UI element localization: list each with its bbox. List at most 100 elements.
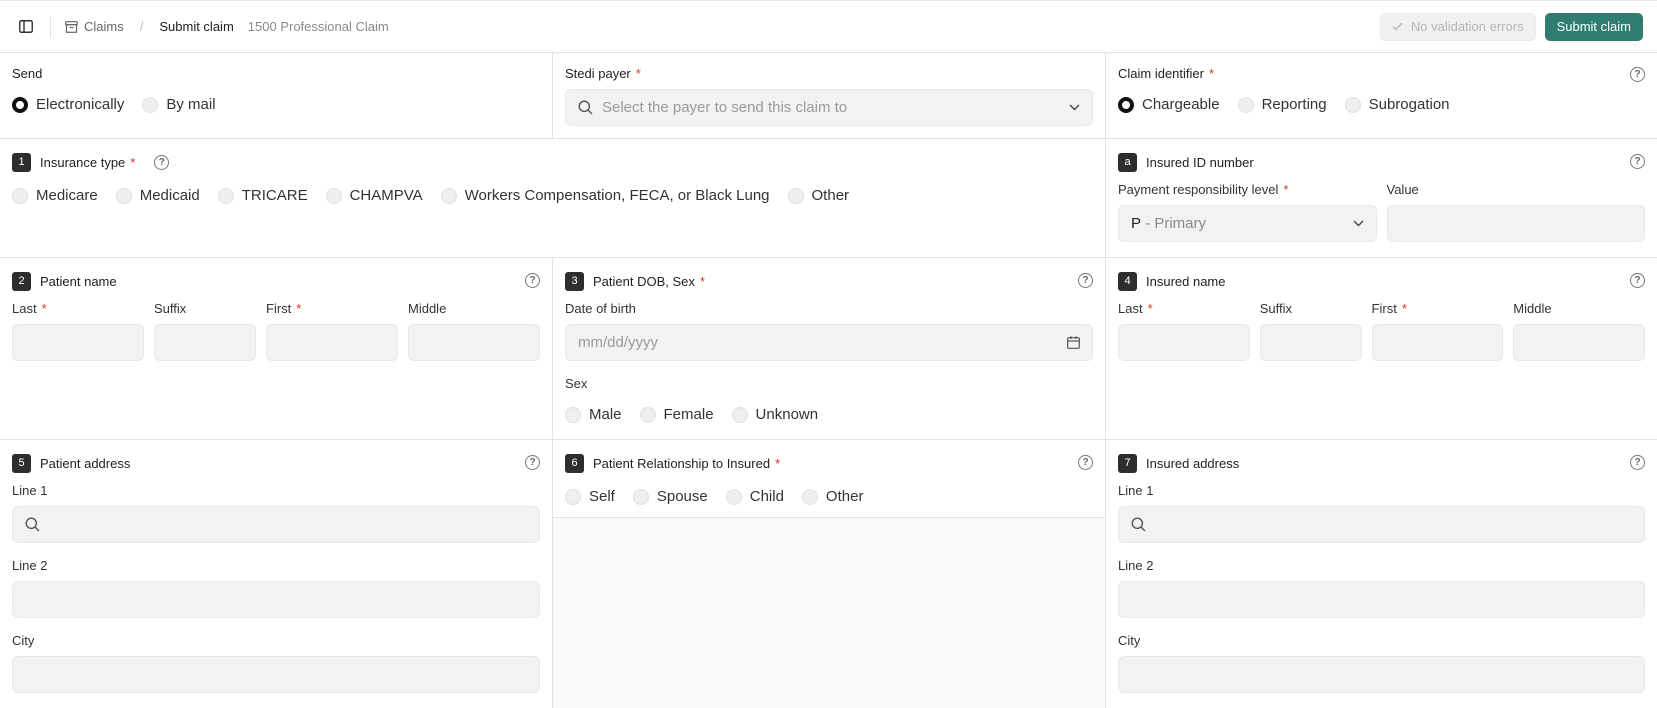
line2-label: Line 2 xyxy=(12,558,48,573)
check-icon xyxy=(1392,22,1403,31)
patient-middle-name-input[interactable] xyxy=(408,324,540,361)
radio-circle[interactable] xyxy=(725,488,742,505)
radio-electronically[interactable]: Electronically xyxy=(12,96,124,113)
radio-circle[interactable] xyxy=(440,187,457,204)
radio-circle[interactable] xyxy=(787,187,804,204)
radio-circle[interactable] xyxy=(217,187,234,204)
radio-circle[interactable] xyxy=(1237,96,1254,113)
radio-circle[interactable] xyxy=(632,488,649,505)
help-icon[interactable]: ? xyxy=(1630,455,1645,470)
radio-circle[interactable] xyxy=(325,187,342,204)
radio-label: By mail xyxy=(166,96,216,113)
radio-male[interactable]: Male xyxy=(565,406,622,423)
radio-medicaid[interactable]: Medicaid xyxy=(115,187,200,204)
radio-tricare[interactable]: TRICARE xyxy=(217,187,308,204)
radio-champva[interactable]: CHAMPVA xyxy=(325,187,423,204)
insured-address-city-input[interactable] xyxy=(1118,656,1645,693)
radio-reporting[interactable]: Reporting xyxy=(1237,96,1327,113)
radio-by-mail[interactable]: By mail xyxy=(142,96,216,113)
radio-label: Other xyxy=(811,187,850,204)
radio-label: Female xyxy=(663,406,714,423)
radio-label: Child xyxy=(749,488,784,505)
radio-unknown[interactable]: Unknown xyxy=(731,406,818,423)
insured-first-name-input[interactable] xyxy=(1371,324,1504,361)
claim-identifier-section: Claim identifier * ? Chargeable Reporting… xyxy=(1106,53,1657,139)
insured-middle-name-input[interactable] xyxy=(1513,324,1645,361)
radio-subrogation[interactable]: Subrogation xyxy=(1344,96,1450,113)
dob-placeholder: mm/dd/yyyy xyxy=(578,334,659,351)
patient-address-section: 5 Patient address ? Line 1 Line 2 City xyxy=(0,440,553,708)
insured-suffix-input[interactable] xyxy=(1259,324,1362,361)
sex-radio-group: Male Female Unknown xyxy=(565,406,1093,423)
sidebar-toggle-icon[interactable] xyxy=(16,17,36,37)
radio-label: Other xyxy=(825,488,864,505)
radio-circle[interactable] xyxy=(142,96,159,113)
radio-circle-selected[interactable] xyxy=(12,96,28,113)
radio-circle[interactable] xyxy=(12,187,28,204)
patient-suffix-input[interactable] xyxy=(154,324,256,361)
insurance-type-title: 1 Insurance type * ? xyxy=(12,152,1093,172)
chevron-down-icon xyxy=(1069,104,1080,111)
help-icon[interactable]: ? xyxy=(154,154,170,170)
dob-input[interactable]: mm/dd/yyyy xyxy=(565,324,1093,361)
help-icon[interactable]: ? xyxy=(1078,273,1093,288)
radio-circle[interactable] xyxy=(1344,96,1361,113)
help-icon[interactable]: ? xyxy=(1630,154,1645,169)
help-icon[interactable]: ? xyxy=(1630,67,1645,82)
radio-self[interactable]: Self xyxy=(565,488,615,505)
payment-responsibility-label: Payment responsibility level * xyxy=(1118,182,1289,197)
radio-female[interactable]: Female xyxy=(639,406,714,423)
line1-label: Line 1 xyxy=(12,483,48,498)
section-label: Insured ID number xyxy=(1146,154,1254,170)
radio-circle[interactable] xyxy=(639,406,656,423)
radio-child[interactable]: Child xyxy=(725,488,784,505)
patient-first-name-input[interactable] xyxy=(266,324,398,361)
radio-circle[interactable] xyxy=(115,187,132,204)
help-icon[interactable]: ? xyxy=(525,455,540,470)
breadcrumb-claims-link[interactable]: Claims xyxy=(84,19,124,34)
validation-status-button[interactable]: No validation errors xyxy=(1379,12,1536,41)
last-name-label: Last * xyxy=(12,301,47,316)
insured-address-line1-input[interactable] xyxy=(1118,506,1645,543)
patient-name-title: 2 Patient name xyxy=(12,271,540,291)
calendar-icon[interactable] xyxy=(1067,336,1080,349)
radio-circle-selected[interactable] xyxy=(1118,96,1134,113)
payment-responsibility-select[interactable]: P - Primary xyxy=(1118,205,1377,242)
help-icon[interactable]: ? xyxy=(525,273,540,288)
line2-label: Line 2 xyxy=(1118,558,1154,573)
radio-other[interactable]: Other xyxy=(787,187,850,204)
radio-circle[interactable] xyxy=(565,488,581,505)
radio-chargeable[interactable]: Chargeable xyxy=(1118,96,1220,113)
section-label: Patient address xyxy=(40,455,131,471)
insured-name-title: 4 Insured name xyxy=(1118,271,1645,291)
send-label: Send xyxy=(12,66,43,81)
patient-address-line2-input[interactable] xyxy=(12,581,540,618)
radio-label: CHAMPVA xyxy=(349,187,423,204)
suffix-label: Suffix xyxy=(1259,301,1293,316)
insurance-type-radio-group: Medicare Medicaid TRICARE CHAMPVA Worker… xyxy=(12,187,1093,204)
patient-address-city-input[interactable] xyxy=(12,656,540,693)
patient-address-line1-input[interactable] xyxy=(12,506,540,543)
radio-other-relationship[interactable]: Other xyxy=(801,488,864,505)
radio-spouse[interactable]: Spouse xyxy=(632,488,708,505)
radio-medicare[interactable]: Medicare xyxy=(12,187,98,204)
insured-id-value-input[interactable] xyxy=(1386,205,1645,242)
insured-last-name-input[interactable] xyxy=(1118,324,1250,361)
insured-name-section: 4 Insured name ? Last * Suffix First * Mid… xyxy=(1106,258,1657,440)
radio-circle[interactable] xyxy=(801,488,818,505)
patient-last-name-input[interactable] xyxy=(12,324,144,361)
radio-circle[interactable] xyxy=(731,406,748,423)
help-icon[interactable]: ? xyxy=(1078,455,1093,470)
radio-workers-comp[interactable]: Workers Compensation, FECA, or Black Lun… xyxy=(440,187,770,204)
radio-circle[interactable] xyxy=(565,406,581,423)
middle-name-label: Middle xyxy=(408,301,447,316)
section-number: 3 xyxy=(565,271,584,291)
radio-label: Workers Compensation, FECA, or Black Lun… xyxy=(464,187,770,204)
first-name-label: First * xyxy=(1371,301,1407,316)
payer-select[interactable]: Select the payer to send this claim to xyxy=(565,89,1093,126)
help-icon[interactable]: ? xyxy=(1630,273,1645,288)
payer-label: Stedi payer * xyxy=(565,66,641,81)
submit-claim-button[interactable]: Submit claim xyxy=(1544,12,1643,41)
insured-id-title: a Insured ID number xyxy=(1118,152,1645,172)
insured-address-line2-input[interactable] xyxy=(1118,581,1645,618)
